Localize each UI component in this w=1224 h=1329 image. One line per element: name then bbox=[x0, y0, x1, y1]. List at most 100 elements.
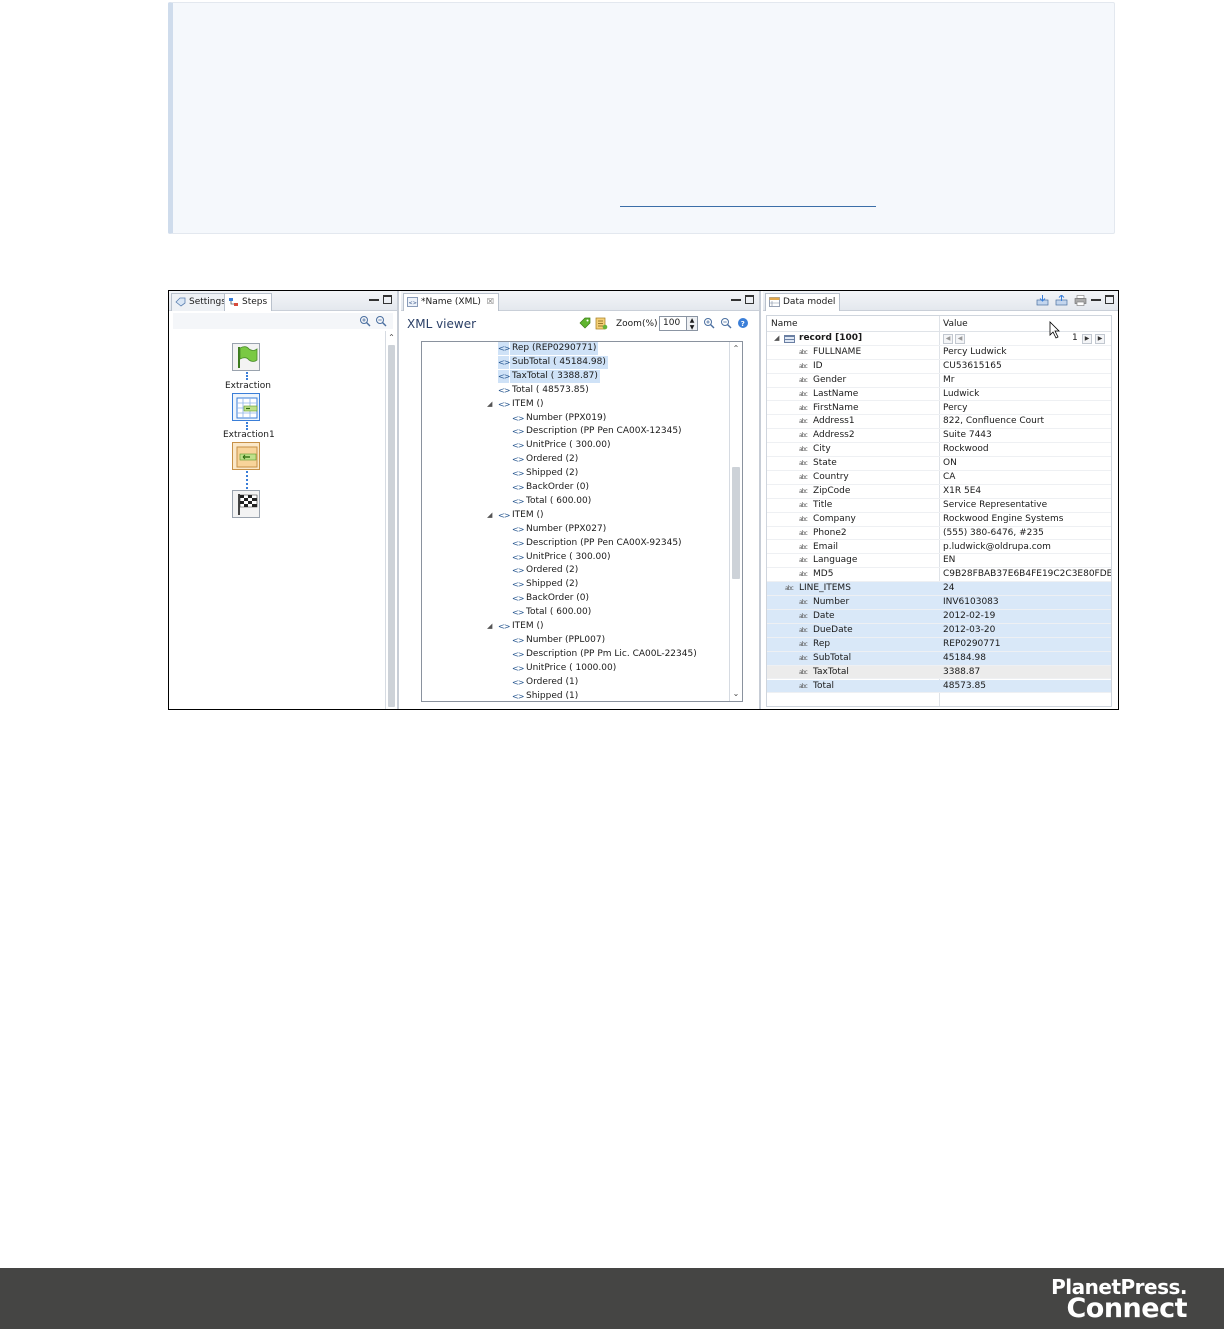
xml-tree-node[interactable]: ◢ <> ITEM () bbox=[422, 509, 728, 522]
field-row[interactable]: abc Address1 822, Confluence Court bbox=[767, 415, 1111, 430]
zoom-in-icon[interactable] bbox=[359, 315, 371, 327]
zoom-out-icon[interactable] bbox=[720, 317, 732, 329]
expand-icon[interactable]: ◢ bbox=[487, 620, 495, 633]
last-record-icon[interactable]: ▶ bbox=[1095, 334, 1105, 344]
scroll-down-icon[interactable]: ⌄ bbox=[730, 689, 742, 699]
field-row[interactable]: abc Number INV6103083 bbox=[767, 596, 1111, 610]
xml-tree-node[interactable]: <> Number (PPX027) bbox=[422, 523, 728, 536]
xml-element-icon: <> bbox=[512, 552, 524, 562]
field-row[interactable]: abc ID CU53615165 bbox=[767, 360, 1111, 374]
step-extraction[interactable] bbox=[232, 393, 260, 421]
xml-tree-scrollbar[interactable]: ⌃ ⌄ bbox=[729, 342, 742, 701]
field-row[interactable]: abc TaxTotal 3388.87 bbox=[767, 665, 1111, 680]
xpath-icon[interactable] bbox=[595, 317, 608, 330]
field-row[interactable]: abc State ON bbox=[767, 457, 1111, 471]
maximize-icon[interactable] bbox=[1105, 295, 1114, 304]
scrollbar-thumb[interactable] bbox=[388, 345, 395, 707]
field-row[interactable]: abc Country CA bbox=[767, 471, 1111, 485]
tab-xml[interactable]: <> *Name (XML) ☒ bbox=[403, 293, 500, 311]
zoom-stepper[interactable]: ▲ ▼ bbox=[687, 316, 698, 331]
field-row[interactable]: abc FirstName Percy bbox=[767, 402, 1111, 416]
field-row[interactable]: abc SubTotal 45184.98 bbox=[767, 651, 1111, 666]
xml-tree-node[interactable]: <> Rep (REP0290771) bbox=[422, 342, 728, 355]
export-icon[interactable] bbox=[1055, 295, 1068, 306]
xml-tree-node[interactable]: <> Shipped (2) bbox=[422, 578, 728, 591]
field-row[interactable]: abc Phone2 (555) 380-6476, #235 bbox=[767, 527, 1111, 541]
tab-settings[interactable]: Settings bbox=[171, 293, 231, 311]
first-record-icon[interactable]: ◀ bbox=[943, 334, 953, 344]
xml-tree-node[interactable]: <> Total ( 48573.85) bbox=[422, 384, 728, 397]
xml-tree-node[interactable]: ◢ <> ITEM () bbox=[422, 398, 728, 411]
minimize-icon[interactable] bbox=[731, 295, 741, 301]
steps-scrollbar[interactable]: ⌃ bbox=[385, 331, 397, 709]
step-extraction1[interactable] bbox=[232, 442, 260, 470]
note-link[interactable] bbox=[620, 199, 876, 207]
zoom-in-icon[interactable] bbox=[703, 317, 715, 329]
record-counter[interactable]: 1 bbox=[1072, 332, 1078, 345]
field-row[interactable]: abc Email p.ludwick@oldrupa.com bbox=[767, 541, 1111, 555]
field-row[interactable]: abc ZipCode X1R 5E4 bbox=[767, 485, 1111, 499]
xml-tree-node[interactable]: <> UnitPrice ( 300.00) bbox=[422, 439, 728, 452]
field-row[interactable]: abc Date 2012-02-19 bbox=[767, 610, 1111, 624]
step-finish[interactable] bbox=[232, 490, 260, 518]
tab-data-model[interactable]: Data model bbox=[765, 293, 841, 311]
xml-tree-node[interactable]: <> Total ( 600.00) bbox=[422, 495, 728, 508]
zoom-out-icon[interactable] bbox=[375, 315, 387, 327]
xml-tree-node[interactable]: <> UnitPrice ( 1000.00) bbox=[422, 662, 728, 675]
scroll-up-icon[interactable]: ⌃ bbox=[386, 333, 397, 343]
import-icon[interactable] bbox=[1036, 295, 1049, 306]
next-record-icon[interactable]: ▶ bbox=[1082, 334, 1092, 344]
scrollbar-thumb[interactable] bbox=[732, 467, 740, 579]
field-row[interactable]: abc LINE_ITEMS 24 bbox=[767, 582, 1111, 597]
xml-tree-node[interactable]: <> SubTotal ( 45184.98) bbox=[422, 355, 728, 369]
column-header-name[interactable]: Name bbox=[771, 319, 798, 329]
xml-tree-node[interactable]: <> Shipped (2) bbox=[422, 467, 728, 480]
xml-tree-node[interactable]: <> Number (PPX019) bbox=[422, 412, 728, 425]
xml-tree-node[interactable]: ◢ <> ITEM () bbox=[422, 620, 728, 633]
xml-tree-node[interactable]: <> BackOrder (0) bbox=[422, 481, 728, 494]
string-field-icon: abc bbox=[799, 446, 808, 454]
expand-icon[interactable]: ◢ bbox=[487, 398, 495, 411]
expand-icon[interactable]: ◢ bbox=[774, 332, 779, 345]
field-row[interactable]: abc Language EN bbox=[767, 554, 1111, 569]
minimize-icon[interactable] bbox=[1091, 295, 1101, 301]
print-icon[interactable] bbox=[1074, 295, 1087, 306]
xml-tree-node[interactable]: <> Total ( 600.00) bbox=[422, 606, 728, 619]
field-row[interactable]: abc Rep REP0290771 bbox=[767, 637, 1111, 652]
field-row[interactable]: abc Title Service Representative bbox=[767, 499, 1111, 513]
scroll-up-icon[interactable]: ⌃ bbox=[730, 344, 742, 354]
tab-steps[interactable]: Steps bbox=[224, 293, 273, 311]
xml-tree-node[interactable]: <> Ordered (2) bbox=[422, 453, 728, 466]
xml-tree-node[interactable]: <> UnitPrice ( 300.00) bbox=[422, 551, 728, 564]
field-row[interactable]: abc MD5 C9B28FBAB37E6B4FE19C2C3E80FDEBDE bbox=[767, 568, 1111, 583]
field-row[interactable]: abc Gender Mr bbox=[767, 374, 1111, 388]
previous-record-icon[interactable]: ◀ bbox=[955, 334, 965, 344]
field-row[interactable]: abc Company Rockwood Engine Systems bbox=[767, 513, 1111, 527]
field-row[interactable]: abc LastName Ludwick bbox=[767, 388, 1111, 402]
zoom-input[interactable]: 100 bbox=[659, 316, 687, 331]
xml-tree-node[interactable]: <> Ordered (1) bbox=[422, 676, 728, 689]
xml-tree-node[interactable]: <> Description (PP Pen CA00X-12345) bbox=[422, 425, 728, 438]
field-row[interactable]: abc Total 48573.85 bbox=[767, 679, 1111, 694]
help-icon[interactable]: ? bbox=[737, 317, 749, 329]
xml-tree-node[interactable]: <> Number (PPL007) bbox=[422, 634, 728, 647]
minimize-icon[interactable] bbox=[369, 295, 379, 301]
field-row[interactable]: abc Address2 Suite 7443 bbox=[767, 429, 1111, 444]
xml-node-label: Description (PP Pm Lic. CA00L-22345) bbox=[526, 648, 697, 659]
step-start[interactable] bbox=[232, 343, 260, 371]
xml-tree-node[interactable]: <> Shipped (1) bbox=[422, 690, 728, 702]
close-icon[interactable]: ☒ bbox=[487, 297, 494, 306]
xml-tree-node[interactable]: <> BackOrder (0) bbox=[422, 592, 728, 605]
column-header-value[interactable]: Value bbox=[943, 319, 968, 329]
xml-tree-node[interactable]: <> TaxTotal ( 3388.87) bbox=[422, 369, 728, 383]
xml-tree-node[interactable]: <> Description (PP Pen CA00X-92345) bbox=[422, 537, 728, 550]
field-row[interactable]: abc City Rockwood bbox=[767, 443, 1111, 458]
xml-tree-node[interactable]: <> Description (PP Pm Lic. CA00L-22345) bbox=[422, 648, 728, 661]
field-row[interactable]: abc DueDate 2012-03-20 bbox=[767, 623, 1111, 638]
field-row[interactable]: abc FULLNAME Percy Ludwick bbox=[767, 346, 1111, 360]
expand-icon[interactable]: ◢ bbox=[487, 509, 495, 522]
xml-tree-node[interactable]: <> Ordered (2) bbox=[422, 564, 728, 577]
maximize-icon[interactable] bbox=[745, 295, 754, 304]
maximize-icon[interactable] bbox=[383, 295, 392, 304]
tag-icon[interactable] bbox=[579, 317, 591, 329]
